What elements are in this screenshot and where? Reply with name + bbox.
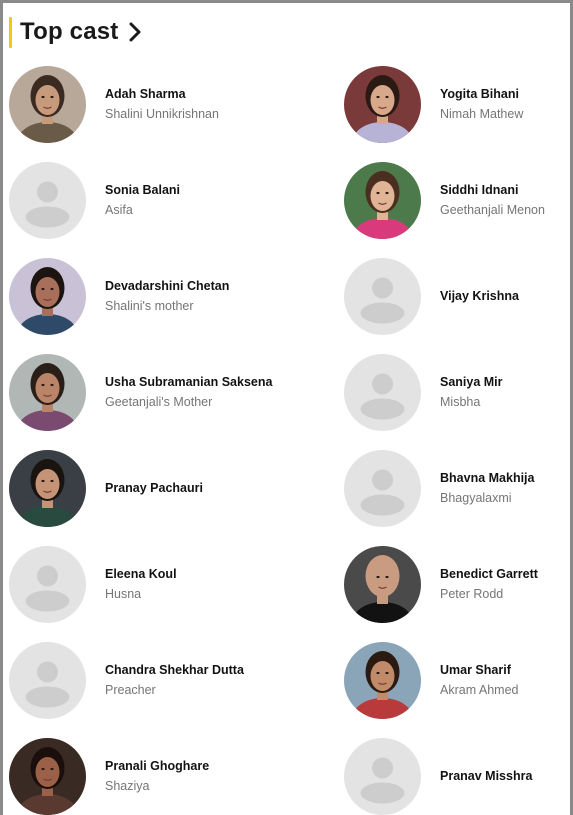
cast-member-text: Pranay Pachauri [105, 480, 203, 496]
avatar-placeholder-icon[interactable] [344, 449, 421, 527]
cast-member-item[interactable]: Eleena Koul Husna [9, 545, 344, 623]
cast-member-text: Adah Sharma Shalini Unnikrishnan [105, 86, 219, 122]
character-name: Akram Ahmed [440, 683, 519, 697]
avatar-placeholder-icon[interactable] [344, 737, 421, 815]
cast-member-item[interactable]: Chandra Shekhar Dutta Preacher [9, 641, 344, 719]
cast-member-text: Yogita Bihani Nimah Mathew [440, 86, 523, 122]
cast-photo[interactable] [9, 737, 86, 815]
chevron-right-icon [129, 22, 141, 42]
cast-member-text: Siddhi Idnani Geethanjali Menon [440, 182, 545, 218]
top-cast-section: Top cast Adah Sharma Shalini Unnikrishnan… [0, 0, 573, 815]
cast-member-text: Umar Sharif Akram Ahmed [440, 662, 519, 698]
cast-member-item[interactable]: Pranay Pachauri [9, 449, 344, 527]
cast-photo[interactable] [344, 161, 421, 239]
cast-member-item[interactable]: Benedict Garrett Peter Rodd [344, 545, 569, 623]
actor-name[interactable]: Vijay Krishna [440, 288, 519, 304]
cast-photo[interactable] [9, 257, 86, 335]
actor-name[interactable]: Devadarshini Chetan [105, 278, 229, 294]
cast-member-item[interactable]: Siddhi Idnani Geethanjali Menon [344, 161, 569, 239]
cast-member-item[interactable]: Devadarshini Chetan Shalini's mother [9, 257, 344, 335]
cast-photo[interactable] [344, 545, 421, 623]
cast-photo[interactable] [344, 641, 421, 719]
top-cast-header-link[interactable]: Top cast [9, 16, 142, 48]
avatar-placeholder-icon[interactable] [9, 641, 86, 719]
cast-grid: Adah Sharma Shalini Unnikrishnan Yogita Bi… [9, 63, 569, 815]
actor-name[interactable]: Saniya Mir [440, 374, 503, 390]
cast-member-text: Devadarshini Chetan Shalini's mother [105, 278, 229, 314]
actor-name[interactable]: Eleena Koul [105, 566, 177, 582]
cast-member-text: Vijay Krishna [440, 288, 519, 304]
avatar-placeholder-icon[interactable] [9, 161, 86, 239]
character-name: Husna [105, 587, 142, 601]
cast-photo[interactable] [9, 353, 86, 431]
actor-name[interactable]: Sonia Balani [105, 182, 180, 198]
avatar-placeholder-icon[interactable] [344, 353, 421, 431]
cast-member-item[interactable]: Vijay Krishna [344, 257, 569, 335]
actor-name[interactable]: Pranay Pachauri [105, 480, 203, 496]
avatar-placeholder-icon[interactable] [9, 545, 86, 623]
character-name: Shalini Unnikrishnan [105, 107, 219, 121]
cast-member-text: Chandra Shekhar Dutta Preacher [105, 662, 244, 698]
header-accent-bar [9, 16, 12, 48]
cast-photo[interactable] [9, 449, 86, 527]
cast-member-text: Eleena Koul Husna [105, 566, 177, 602]
character-name: Shalini's mother [105, 299, 194, 313]
character-name: Misbha [440, 395, 481, 409]
cast-member-text: Saniya Mir Misbha [440, 374, 503, 410]
character-name: Geetanjali's Mother [105, 395, 213, 409]
actor-name[interactable]: Yogita Bihani [440, 86, 523, 102]
character-name: Peter Rodd [440, 587, 504, 601]
actor-name[interactable]: Chandra Shekhar Dutta [105, 662, 244, 678]
cast-member-text: Benedict Garrett Peter Rodd [440, 566, 538, 602]
actor-name[interactable]: Siddhi Idnani [440, 182, 545, 198]
avatar-placeholder-icon[interactable] [344, 257, 421, 335]
cast-member-item[interactable]: Sonia Balani Asifa [9, 161, 344, 239]
cast-member-item[interactable]: Umar Sharif Akram Ahmed [344, 641, 569, 719]
cast-member-text: Sonia Balani Asifa [105, 182, 180, 218]
actor-name[interactable]: Usha Subramanian Saksena [105, 374, 272, 390]
character-name: Preacher [105, 683, 156, 697]
cast-member-item[interactable]: Bhavna Makhija Bhagyalaxmi [344, 449, 569, 527]
actor-name[interactable]: Bhavna Makhija [440, 470, 534, 486]
cast-photo[interactable] [344, 65, 421, 143]
character-name: Bhagyalaxmi [440, 491, 512, 505]
actor-name[interactable]: Benedict Garrett [440, 566, 538, 582]
actor-name[interactable]: Pranav Misshra [440, 768, 532, 784]
actor-name[interactable]: Pranali Ghoghare [105, 758, 209, 774]
cast-member-item[interactable]: Pranali Ghoghare Shaziya [9, 737, 344, 815]
cast-member-item[interactable]: Usha Subramanian Saksena Geetanjali's Mot… [9, 353, 344, 431]
cast-member-text: Pranav Misshra [440, 768, 532, 784]
section-title: Top cast [20, 18, 119, 45]
actor-name[interactable]: Adah Sharma [105, 86, 219, 102]
actor-name[interactable]: Umar Sharif [440, 662, 519, 678]
cast-member-item[interactable]: Pranav Misshra [344, 737, 569, 815]
character-name: Shaziya [105, 779, 150, 793]
cast-member-item[interactable]: Saniya Mir Misbha [344, 353, 569, 431]
character-name: Asifa [105, 203, 133, 217]
cast-member-item[interactable]: Adah Sharma Shalini Unnikrishnan [9, 65, 344, 143]
cast-member-text: Usha Subramanian Saksena Geetanjali's Mot… [105, 374, 272, 410]
cast-member-text: Bhavna Makhija Bhagyalaxmi [440, 470, 534, 506]
character-name: Geethanjali Menon [440, 203, 545, 217]
cast-member-item[interactable]: Yogita Bihani Nimah Mathew [344, 65, 569, 143]
cast-member-text: Pranali Ghoghare Shaziya [105, 758, 209, 794]
cast-photo[interactable] [9, 65, 86, 143]
character-name: Nimah Mathew [440, 107, 524, 121]
